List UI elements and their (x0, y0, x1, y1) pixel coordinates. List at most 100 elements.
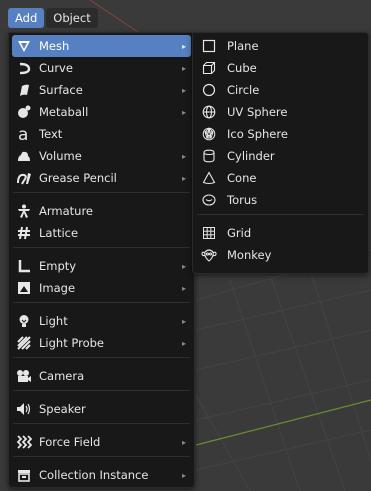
cube-icon (200, 59, 218, 77)
torus-icon (200, 191, 218, 209)
menu-item-label: Lattice (39, 226, 79, 240)
menu-item-label: Mesh (39, 39, 70, 53)
submenu-item-label: Cone (227, 171, 257, 185)
submenu-arrow-icon: ▸ (181, 173, 186, 183)
menu-separator (13, 423, 190, 424)
submenu-arrow-icon: ▸ (181, 470, 186, 480)
menu-item-label: Grease Pencil (39, 171, 117, 185)
submenu-arrow-icon: ▸ (181, 316, 186, 326)
menu-item-label: Metaball (39, 105, 89, 119)
submenu-item-label: Cylinder (227, 149, 275, 163)
force-field-icon (15, 433, 33, 451)
menu-item-label: Armature (39, 204, 93, 218)
submenu-arrow-icon: ▸ (181, 63, 186, 73)
submenu-arrow-icon: ▸ (181, 151, 186, 161)
curve-icon (15, 59, 33, 77)
menu-item-empty[interactable]: Empty ▸ (12, 255, 191, 277)
menu-item-label: Camera (39, 369, 85, 383)
menu-separator (13, 192, 190, 193)
menu-item-label: Force Field (39, 435, 101, 449)
empty-icon (15, 257, 33, 275)
menu-item-image[interactable]: Image ▸ (12, 277, 191, 299)
menu-item-volume[interactable]: Volume ▸ (12, 145, 191, 167)
menu-separator (13, 357, 190, 358)
menu-item-mesh[interactable]: Mesh ▸ (12, 35, 191, 57)
submenu-item-uv-sphere[interactable]: UV Sphere (196, 101, 365, 123)
submenu-item-cone[interactable]: Cone (196, 167, 365, 189)
circle-icon (200, 81, 218, 99)
submenu-item-torus[interactable]: Torus (196, 189, 365, 211)
menu-item-curve[interactable]: Curve ▸ (12, 57, 191, 79)
uv-sphere-icon (200, 103, 218, 121)
menu-item-label: Text (39, 127, 63, 141)
cylinder-icon (200, 147, 218, 165)
volume-icon (15, 147, 33, 165)
collection-instance-icon (15, 466, 33, 484)
menu-item-collection-instance[interactable]: Collection Instance ▸ (12, 464, 191, 486)
grid-icon (200, 224, 218, 242)
submenu-item-label: Cube (227, 61, 257, 75)
menu-item-camera[interactable]: Camera (12, 365, 191, 387)
grease-pencil-icon (15, 169, 33, 187)
submenu-item-label: Plane (227, 39, 259, 53)
add-menu: Mesh ▸ Curve ▸ Surface ▸ Metaball ▸ a Text Volume ▸… (8, 32, 195, 488)
submenu-item-label: Circle (227, 83, 260, 97)
submenu-item-label: Grid (227, 226, 252, 240)
menu-item-label: Collection Instance (39, 468, 149, 482)
camera-icon (15, 367, 33, 385)
cone-icon (200, 169, 218, 187)
monkey-icon (200, 246, 218, 264)
menu-item-text[interactable]: a Text (12, 123, 191, 145)
submenu-item-label: Torus (227, 193, 258, 207)
submenu-item-grid[interactable]: Grid (196, 222, 365, 244)
menu-separator (13, 390, 190, 391)
menu-separator (13, 247, 190, 248)
y-axis-line (195, 399, 371, 446)
menu-item-surface[interactable]: Surface ▸ (12, 79, 191, 101)
metaball-icon (15, 103, 33, 121)
menu-item-light-probe[interactable]: Light Probe ▸ (12, 332, 191, 354)
add-menu-button[interactable]: Add (8, 8, 45, 28)
menu-item-label: Volume (39, 149, 82, 163)
armature-icon (15, 202, 33, 220)
menu-item-armature[interactable]: Armature (12, 200, 191, 222)
plane-icon (200, 37, 218, 55)
light-icon (15, 312, 33, 330)
mesh-submenu: Plane Cube Circle UV Sphere Ico Sphere Cylind… (192, 32, 369, 274)
menu-item-speaker[interactable]: Speaker (12, 398, 191, 420)
submenu-item-label: Monkey (227, 248, 272, 262)
lattice-icon (15, 224, 33, 242)
submenu-item-plane[interactable]: Plane (196, 35, 365, 57)
ico-sphere-icon (200, 125, 218, 143)
submenu-arrow-icon: ▸ (181, 338, 186, 348)
object-menu-button[interactable]: Object (46, 8, 98, 28)
svg-text:a: a (18, 126, 28, 142)
submenu-item-label: UV Sphere (227, 105, 288, 119)
submenu-item-monkey[interactable]: Monkey (196, 244, 365, 266)
menu-separator (13, 302, 190, 303)
submenu-arrow-icon: ▸ (181, 85, 186, 95)
menu-item-lattice[interactable]: Lattice (12, 222, 191, 244)
submenu-item-cube[interactable]: Cube (196, 57, 365, 79)
speaker-icon (15, 400, 33, 418)
mesh-icon (15, 37, 33, 55)
menu-item-label: Speaker (39, 402, 86, 416)
menu-item-label: Light Probe (39, 336, 104, 350)
menu-item-light[interactable]: Light ▸ (12, 310, 191, 332)
submenu-item-ico-sphere[interactable]: Ico Sphere (196, 123, 365, 145)
menu-item-force-field[interactable]: Force Field ▸ (12, 431, 191, 453)
submenu-item-circle[interactable]: Circle (196, 79, 365, 101)
menu-item-label: Light (39, 314, 68, 328)
header-menu-bar: Add Object (8, 8, 98, 28)
menu-item-metaball[interactable]: Metaball ▸ (12, 101, 191, 123)
submenu-arrow-icon: ▸ (181, 107, 186, 117)
submenu-item-cylinder[interactable]: Cylinder (196, 145, 365, 167)
light-probe-icon (15, 334, 33, 352)
menu-item-label: Image (39, 281, 76, 295)
menu-separator (13, 456, 190, 457)
submenu-arrow-icon: ▸ (181, 261, 186, 271)
menu-item-grease-pencil[interactable]: Grease Pencil ▸ (12, 167, 191, 189)
submenu-arrow-icon: ▸ (181, 41, 186, 51)
menu-separator (197, 214, 364, 215)
submenu-arrow-icon: ▸ (181, 437, 186, 447)
